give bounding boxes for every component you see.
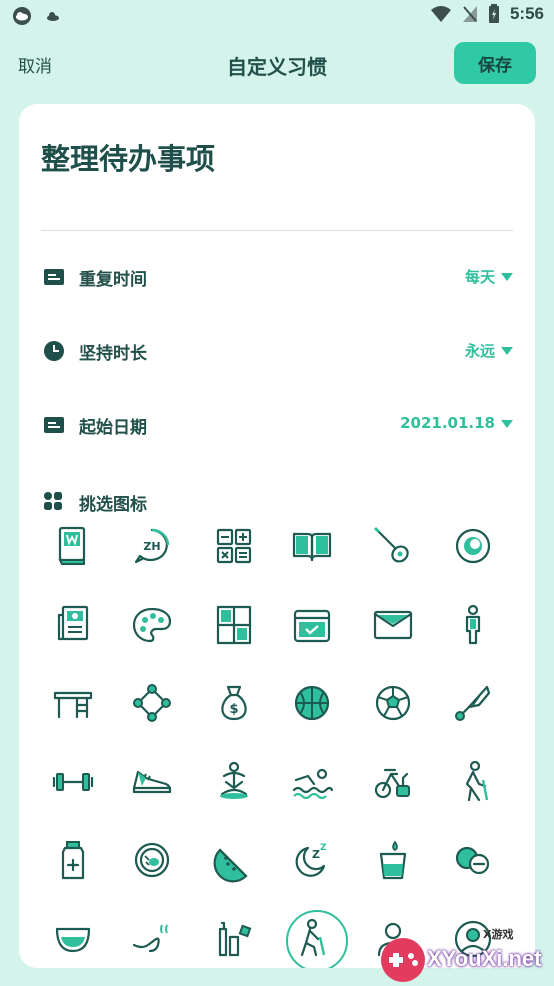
divider — [41, 230, 513, 231]
sleep-icon[interactable]: ZZ — [288, 836, 336, 884]
egg-pan-icon[interactable] — [128, 836, 176, 884]
watermark-text: XYouXi.net — [427, 946, 542, 971]
svg-text:ZH: ZH — [143, 540, 160, 553]
money-bag-icon[interactable]: $ — [210, 679, 258, 727]
eye-icon[interactable] — [449, 522, 497, 570]
envelope-icon[interactable] — [369, 601, 417, 649]
repeat-time-dropdown[interactable]: 每天 — [465, 266, 513, 287]
pill-minus-icon[interactable] — [449, 836, 497, 884]
start-date-value: 2021.01.18 — [400, 414, 495, 432]
watermark: X游戏 XYouXi.net — [379, 920, 554, 986]
water-glass-icon[interactable] — [369, 836, 417, 884]
sneaker-icon[interactable] — [128, 758, 176, 806]
badminton-icon[interactable] — [449, 679, 497, 727]
repeat-time-row[interactable]: 重复时间 每天 — [43, 262, 513, 292]
caret-down-icon — [501, 347, 513, 355]
grid-icon — [44, 492, 62, 510]
caret-down-icon — [501, 273, 513, 281]
header: 取消 自定义习惯 保存 — [0, 40, 554, 88]
save-button[interactable]: 保存 — [454, 42, 536, 84]
card-icon — [44, 417, 64, 433]
icon-picker-header: 挑选图标 — [43, 486, 343, 516]
battery-icon — [488, 4, 499, 23]
start-date-dropdown[interactable]: 2021.01.18 — [400, 414, 513, 432]
guitar-icon[interactable] — [369, 522, 417, 570]
dumbbell-icon[interactable] — [49, 758, 97, 806]
status-time: 5:56 — [509, 4, 544, 23]
zh-chat-icon[interactable]: ZH — [128, 522, 176, 570]
duration-label: 坚持时长 — [79, 344, 147, 364]
open-book-icon[interactable] — [288, 522, 336, 570]
clock-icon — [44, 341, 64, 361]
cloud-app-icon — [13, 7, 31, 25]
habit-card: 整理待办事项 重复时间 每天 坚持时长 永远 起始日期 2021.01.18 挑… — [19, 104, 535, 968]
pipe-icon[interactable] — [128, 915, 176, 963]
bowl-icon[interactable] — [49, 915, 97, 963]
svg-text:Z: Z — [320, 843, 327, 853]
yoga-icon[interactable] — [210, 758, 258, 806]
calculator-icon[interactable] — [210, 522, 258, 570]
palette-icon[interactable] — [128, 601, 176, 649]
hiking-icon[interactable] — [449, 758, 497, 806]
window-icon[interactable] — [210, 601, 258, 649]
card-icon — [44, 269, 64, 285]
start-date-label: 起始日期 — [79, 418, 147, 438]
duration-dropdown[interactable]: 永远 — [465, 340, 513, 361]
gamepad-logo-icon — [381, 938, 425, 982]
repeat-time-label: 重复时间 — [79, 270, 147, 290]
habit-name-input[interactable]: 整理待办事项 — [41, 136, 215, 178]
medicine-bottle-icon[interactable] — [49, 836, 97, 884]
calendar-check-icon[interactable] — [288, 601, 336, 649]
desk-icon[interactable] — [49, 679, 97, 727]
basketball-icon[interactable] — [288, 679, 336, 727]
selected-icon-ring — [286, 910, 348, 968]
icon-picker-title: 挑选图标 — [79, 495, 147, 515]
watermark-small-text: X游戏 — [483, 928, 514, 941]
svg-text:Z: Z — [312, 848, 320, 861]
person-icon[interactable] — [449, 601, 497, 649]
caret-down-icon — [501, 419, 513, 428]
duration-row[interactable]: 坚持时长 永远 — [43, 336, 513, 366]
word-book-icon[interactable] — [49, 522, 97, 570]
resume-icon[interactable] — [49, 601, 97, 649]
repeat-time-value: 每天 — [464, 268, 495, 286]
soccer-ball-icon[interactable] — [369, 679, 417, 727]
exercise-bike-icon[interactable] — [369, 758, 417, 806]
bottles-icon[interactable] — [210, 915, 258, 963]
status-bar: 5:56 — [0, 0, 554, 32]
no-signal-icon — [462, 6, 477, 22]
network-icon[interactable] — [128, 679, 176, 727]
svg-text:$: $ — [229, 702, 238, 717]
swimming-icon[interactable] — [288, 758, 336, 806]
wifi-icon — [430, 6, 451, 22]
start-date-row[interactable]: 起始日期 2021.01.18 — [43, 410, 513, 440]
watermelon-icon[interactable] — [210, 836, 258, 884]
duration-value: 永远 — [464, 342, 495, 360]
notification-icon — [47, 12, 59, 21]
